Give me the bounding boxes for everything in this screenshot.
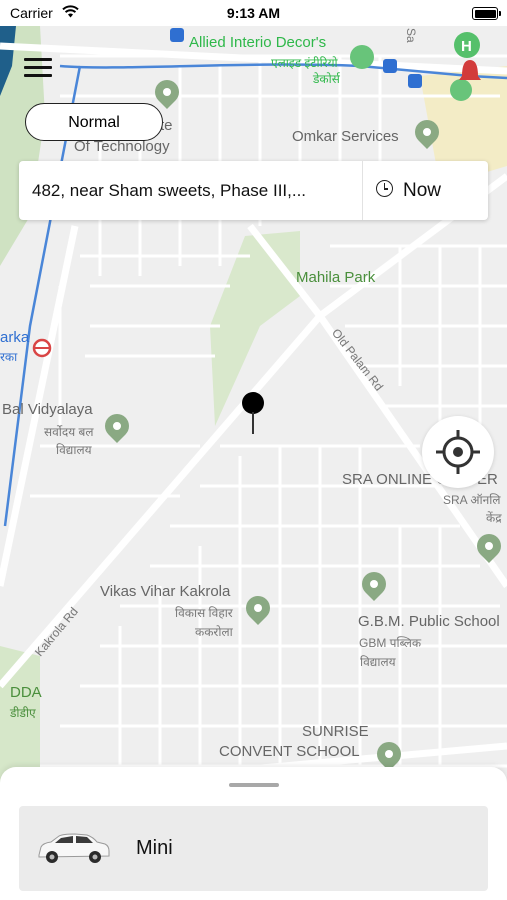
schedule-now-button[interactable]: Now <box>403 161 441 220</box>
poi-label-allied-hi-1: एलाइड इंटीरियो <box>271 56 338 70</box>
poi-label-mahila-park: Mahila Park <box>296 269 376 286</box>
ride-option-mini[interactable]: Mini <box>19 806 488 891</box>
my-location-button[interactable] <box>422 416 494 488</box>
poi-label-sra-hi-2: केंद्र <box>486 511 502 525</box>
sheet-drag-handle[interactable] <box>229 783 279 787</box>
crosshair-icon <box>436 430 480 474</box>
poi-label-sunrise-2: CONVENT SCHOOL <box>219 743 360 760</box>
status-bar: Carrier 9:13 AM <box>0 0 507 26</box>
hamburger-menu-icon[interactable] <box>24 58 52 78</box>
poi-label-gbm-hi-2: विद्यालय <box>360 655 396 669</box>
poi-label-dda: DDA <box>10 684 42 701</box>
poi-label-edge: Sa <box>404 28 418 43</box>
car-icon <box>38 833 110 863</box>
pickup-address-bar[interactable]: 482, near Sham sweets, Phase III,... Now <box>19 161 488 220</box>
map-type-button[interactable]: Normal <box>25 103 163 141</box>
poi-label-gbm-school: G.B.M. Public School <box>358 613 500 630</box>
poi-label-bal-vidyalaya: Bal Vidyalaya <box>2 401 93 418</box>
address-divider <box>362 161 363 220</box>
battery-icon <box>472 7 501 20</box>
poi-label-omkar: Omkar Services <box>292 128 399 145</box>
poi-label-bal-hi-1: सर्वोदय बल <box>44 425 94 439</box>
svg-text:H: H <box>461 38 472 55</box>
pickup-address-text[interactable]: 482, near Sham sweets, Phase III,... <box>32 161 362 220</box>
clock-icon <box>376 180 393 197</box>
ride-options-sheet: Mini <box>0 767 507 900</box>
poi-label-allied: Allied Interio Decor's <box>189 34 327 51</box>
poi-label-gbm-hi-1: GBM पब्लिक <box>359 636 422 650</box>
clock-time: 9:13 AM <box>226 5 281 21</box>
poi-label-sunrise-1: SUNRISE <box>302 723 369 740</box>
poi-label-sra-hi-1: SRA ऑनलि <box>443 493 501 507</box>
location-pin-icon <box>242 392 264 436</box>
ride-option-label: Mini <box>136 837 173 859</box>
poi-label-bal-hi-2: विद्यालय <box>56 443 92 457</box>
poi-label-vikas-vihar: Vikas Vihar Kakrola <box>100 583 231 600</box>
poi-label-vikas-hi-1: विकास विहार <box>175 606 233 620</box>
metro-label-dwarka: arka <box>0 329 30 346</box>
poi-label-vikas-hi-2: ककरोला <box>195 625 233 639</box>
poi-label-dda-hi: डीडीए <box>10 706 36 720</box>
metro-label-dwarka-hi: रका <box>0 350 18 364</box>
poi-label-allied-hi-2: डेकोर्स <box>313 72 340 86</box>
